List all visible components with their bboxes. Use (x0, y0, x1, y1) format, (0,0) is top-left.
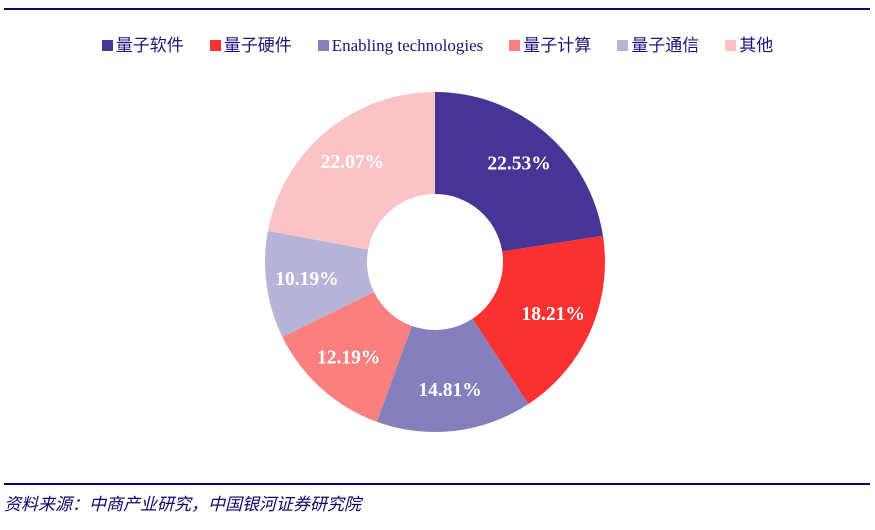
legend-item-label: 其他 (739, 35, 774, 55)
legend-item-label: 量子计算 (523, 35, 592, 55)
legend-item[interactable]: 量子硬件 (209, 35, 292, 55)
legend-item[interactable]: Enabling technologies (317, 35, 484, 55)
donut-chart: 22.53% 18.21% 14.81% 12.19% 10.19% 22.07% (0, 62, 875, 477)
legend-item-label: 量子软件 (115, 35, 184, 55)
legend-swatch-icon (509, 39, 521, 51)
legend-item[interactable]: 量子通信 (617, 37, 699, 54)
source-note: 资料来源：中商产业研究，中国银河证券研究院 (4, 495, 361, 514)
legend-swatch-icon (101, 39, 113, 51)
donut-chart-svg: 22.53% 18.21% 14.81% 12.19% 10.19% 22.07% (265, 91, 605, 433)
legend-swatch-icon (209, 39, 221, 51)
legend-item[interactable]: 量子软件 (101, 35, 184, 55)
chart-legend: 量子软件 量子硬件 Enabling technologies 量子计算 量子通信 其他 (0, 31, 875, 59)
donut-slice-label: 10.19% (275, 269, 338, 290)
legend-swatch-icon (725, 39, 737, 51)
bottom-divider-rule (4, 483, 870, 485)
donut-slice-label: 12.19% (317, 348, 380, 369)
legend-swatch-icon (617, 39, 629, 51)
donut-slice-label: 14.81% (418, 380, 481, 401)
donut-slice-label: 18.21% (521, 304, 584, 325)
legend-swatch-icon (317, 39, 329, 51)
chart-figure: 量子软件 量子硬件 Enabling technologies 量子计算 量子通信 其他 … (0, 0, 875, 530)
legend-item[interactable]: 其他 (725, 37, 773, 54)
legend-item-label: Enabling technologies (331, 35, 484, 55)
legend-item[interactable]: 量子计算 (509, 37, 591, 54)
donut-slice-label: 22.53% (487, 153, 550, 174)
legend-item-label: 量子通信 (631, 35, 700, 55)
top-divider-rule (4, 8, 870, 10)
legend-item-label: 量子硬件 (223, 35, 292, 55)
donut-slice-label: 22.07% (321, 152, 384, 173)
